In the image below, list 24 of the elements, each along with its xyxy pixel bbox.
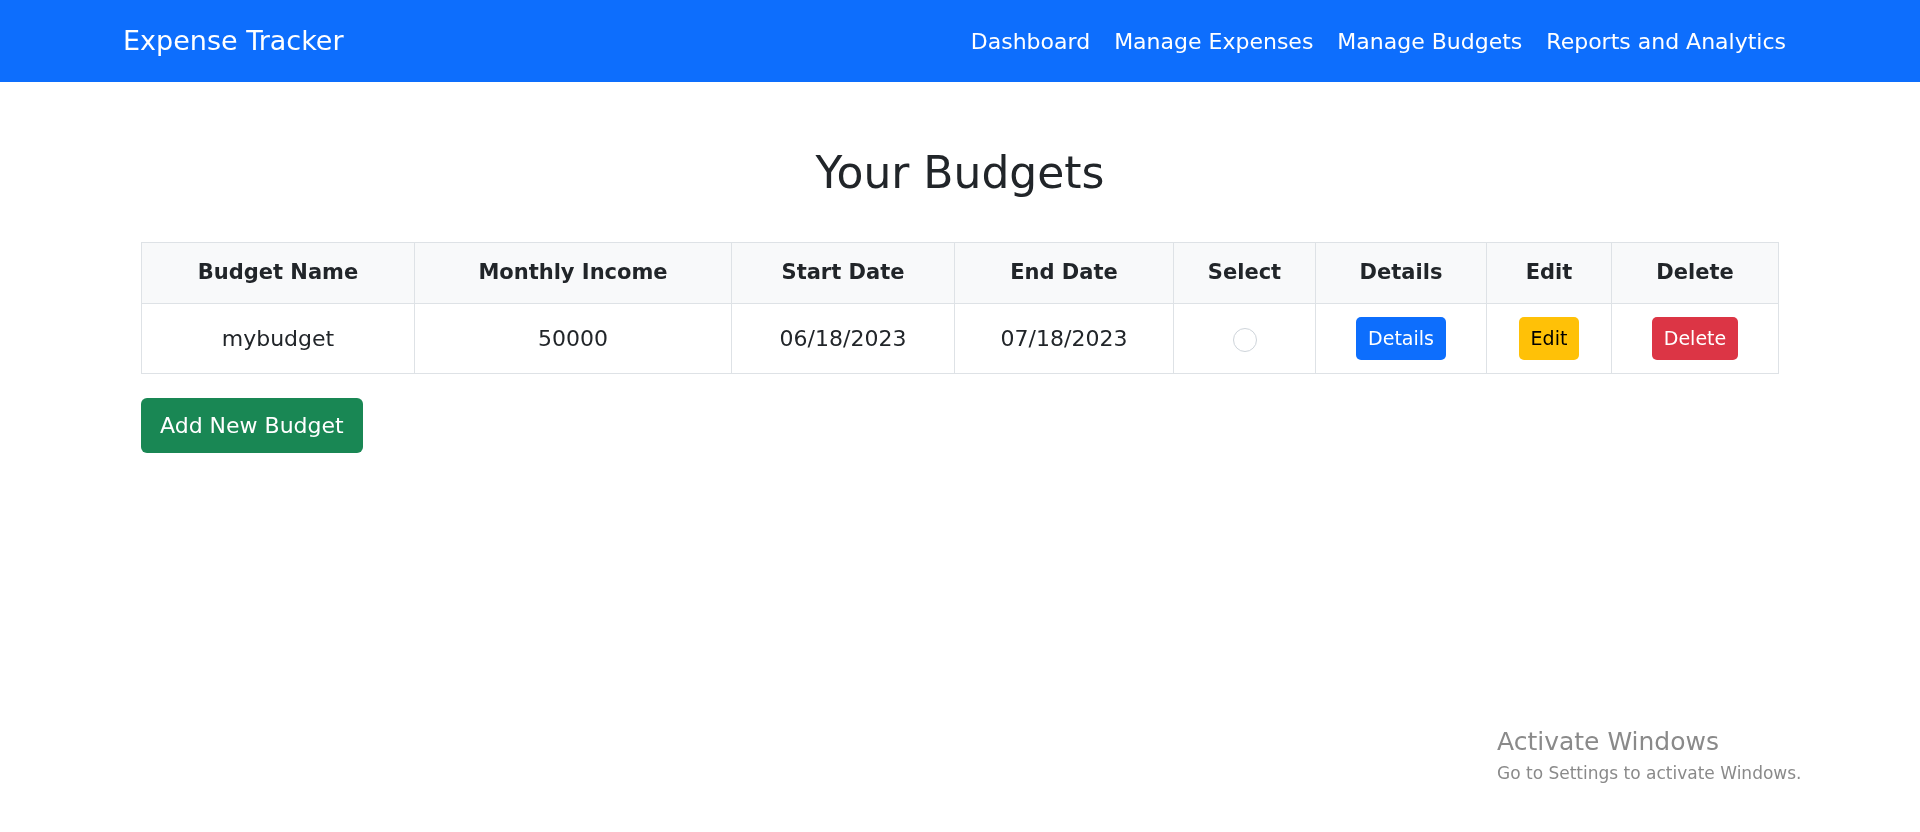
table-cell: mybudget — [141, 303, 415, 374]
column-header: Details — [1315, 242, 1487, 304]
column-header: Delete — [1611, 242, 1779, 304]
details-button[interactable]: Details — [1356, 317, 1446, 360]
page-title: Your Budgets — [814, 146, 1106, 200]
nav-link[interactable]: Reports and Analytics — [1546, 24, 1786, 58]
nav-link[interactable]: Manage Expenses — [1114, 24, 1314, 58]
brand-link[interactable]: Expense Tracker — [123, 20, 344, 62]
edit-button[interactable]: Edit — [1518, 317, 1580, 360]
table-cell: 06/18/2023 — [731, 303, 955, 374]
nav-link[interactable]: Dashboard — [970, 24, 1091, 58]
delete-button[interactable]: Delete — [1651, 317, 1739, 360]
nav-link[interactable]: Manage Budgets — [1337, 24, 1523, 58]
column-header: End Date — [954, 242, 1174, 304]
table-cell: 07/18/2023 — [954, 303, 1174, 374]
activation-title: Activate Windows — [1497, 726, 1720, 758]
column-header: Edit — [1486, 242, 1612, 304]
column-header: Budget Name — [141, 242, 415, 304]
column-header: Select — [1173, 242, 1316, 304]
table-cell: 50000 — [414, 303, 732, 374]
add-budget-button[interactable]: Add New Budget — [141, 398, 363, 453]
activation-subtitle: Go to Settings to activate Windows. — [1497, 761, 1802, 785]
column-header: Monthly Income — [414, 242, 732, 304]
column-header: Start Date — [731, 242, 955, 304]
